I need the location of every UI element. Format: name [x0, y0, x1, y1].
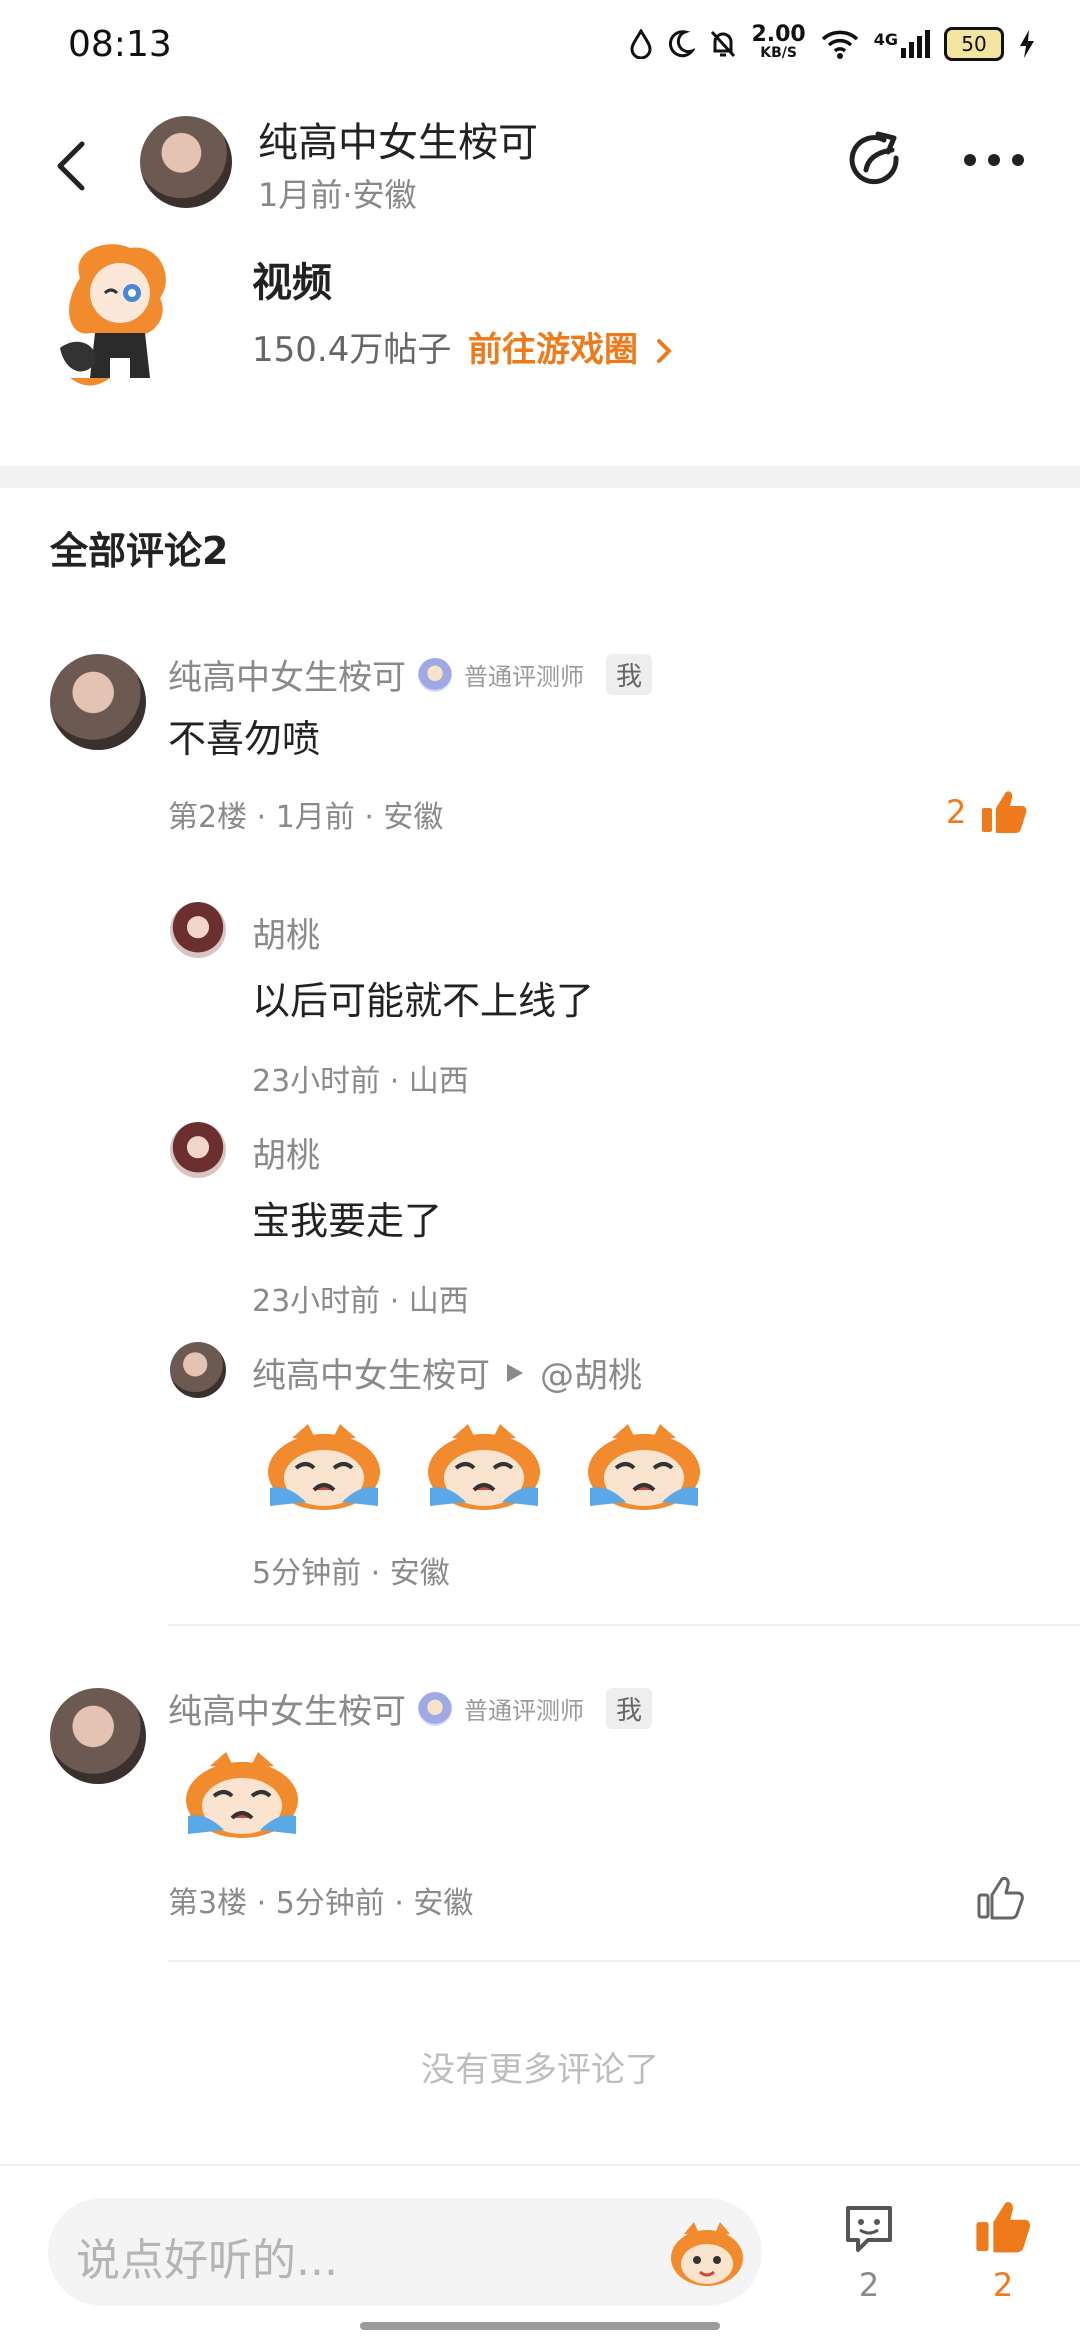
game-post-count: 150.4万帖子	[252, 330, 452, 370]
game-circle-link-label: 前往游戏圈	[468, 330, 638, 370]
signal-icon: 4G	[874, 30, 930, 58]
reviewer-badge-label: 普通评测师	[464, 663, 584, 691]
reply-to-user[interactable]: @胡桃	[540, 1348, 642, 1397]
author-avatar[interactable]	[140, 116, 232, 208]
chevron-right-icon	[656, 339, 672, 363]
share-icon[interactable]	[844, 128, 908, 192]
me-tag: 我	[606, 654, 653, 695]
comment-bubble-icon[interactable]	[842, 2202, 896, 2256]
battery-icon: 50	[944, 27, 1004, 61]
comment-input-placeholder: 说点好听的...	[76, 2235, 338, 2286]
thumbs-up-filled-icon[interactable]	[974, 2198, 1032, 2256]
back-arrow-icon[interactable]	[52, 140, 92, 192]
reply-author[interactable]: 胡桃	[252, 1128, 320, 1177]
comment-body[interactable]: 不喜勿喷	[168, 708, 320, 763]
comment-header: 纯高中女生桉可 普通评测师 我	[168, 1684, 653, 1733]
reply-avatar[interactable]	[170, 1342, 226, 1398]
game-mascot-icon[interactable]	[50, 238, 182, 396]
reply-meta: 23小时前 · 山西	[252, 1064, 469, 1099]
reply-avatar[interactable]	[170, 902, 226, 958]
comment-like-button[interactable]: 2	[946, 788, 1028, 836]
commenter-name[interactable]: 纯高中女生桉可	[168, 1684, 406, 1733]
commenter-avatar[interactable]	[50, 1688, 146, 1784]
no-more-comments: 没有更多评论了	[421, 2050, 659, 2090]
bottom-bar-divider	[0, 2164, 1080, 2166]
post-meta: 1月前·安徽	[258, 176, 417, 214]
me-tag: 我	[606, 1688, 653, 1729]
comment-header: 纯高中女生桉可 普通评测师 我	[168, 650, 653, 699]
reply-body[interactable]: 以后可能就不上线了	[252, 970, 594, 1025]
crying-emoji-icon	[186, 1752, 298, 1838]
commenter-avatar[interactable]	[50, 654, 146, 750]
reply-emoji-row	[262, 1418, 706, 1514]
reviewer-badge-label: 普通评测师	[464, 1697, 584, 1725]
comment-like-count: 2	[946, 793, 967, 831]
crying-emoji-icon	[428, 1424, 540, 1510]
author-name[interactable]: 纯高中女生桉可	[258, 110, 538, 168]
reply-meta: 23小时前 · 山西	[252, 1284, 469, 1319]
charging-icon	[1020, 30, 1034, 58]
comment-meta: 第2楼 · 1月前 · 安徽	[168, 800, 444, 835]
home-indicator[interactable]	[360, 2322, 720, 2330]
status-icons: 2.00 KB/S 4G 50	[629, 22, 1036, 62]
comment-separator	[168, 1624, 1080, 1626]
bell-off-icon	[711, 30, 736, 58]
game-circle-link[interactable]: 前往游戏圈	[468, 322, 674, 371]
thumbs-up-outline-icon[interactable]	[976, 1874, 1024, 1922]
reply-header: 纯高中女生桉可 @胡桃	[252, 1348, 642, 1397]
moon-icon	[669, 30, 696, 58]
reply-author[interactable]: 胡桃	[252, 908, 320, 957]
drop-icon	[630, 29, 652, 59]
commenter-name[interactable]: 纯高中女生桉可	[168, 650, 406, 699]
comment-count: 2	[858, 2266, 880, 2304]
reply-body[interactable]: 宝我要走了	[252, 1190, 442, 1245]
section-divider	[0, 466, 1080, 488]
game-title[interactable]: 视频	[252, 250, 332, 308]
status-time: 08:13	[68, 24, 172, 65]
reviewer-badge-icon	[418, 657, 452, 692]
comment-meta: 第3楼 · 5分钟前 · 安徽	[168, 1886, 474, 1921]
reply-author[interactable]: 纯高中女生桉可	[252, 1348, 490, 1397]
reviewer-badge-icon	[418, 1691, 452, 1726]
crying-emoji-icon	[268, 1424, 380, 1510]
net-speed: 2.00 KB/S	[751, 22, 806, 62]
reply-meta: 5分钟前 · 安徽	[252, 1556, 450, 1591]
comments-header: 全部评论2	[50, 529, 229, 573]
reply-arrow-icon	[507, 1363, 523, 1382]
emoji-picker-icon[interactable]	[666, 2214, 748, 2290]
reply-avatar[interactable]	[170, 1122, 226, 1178]
thumbs-up-filled-icon	[982, 791, 1027, 833]
comment-separator	[168, 1960, 1080, 1962]
wifi-icon	[821, 30, 858, 59]
more-icon[interactable]	[962, 150, 1026, 170]
like-count: 2	[992, 2266, 1014, 2304]
crying-emoji-icon	[588, 1424, 700, 1510]
